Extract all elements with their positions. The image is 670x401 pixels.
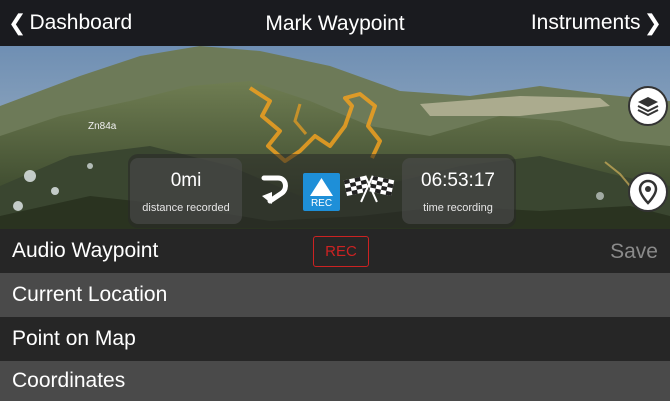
current-location-row[interactable]: Current Location: [0, 273, 670, 317]
rec-navigation-icon[interactable]: REC: [303, 173, 340, 211]
navigation-bar: ❮ Dashboard Mark Waypoint Instruments ❯: [0, 0, 670, 46]
chevron-right-icon: ❯: [643, 10, 662, 35]
undo-arrow-icon[interactable]: [256, 170, 292, 215]
time-recording-box: 06:53:17 time recording: [402, 158, 514, 224]
point-on-map-label: Point on Map: [12, 327, 136, 350]
distance-value: 0mi: [170, 170, 202, 191]
map-pin-button[interactable]: [628, 172, 668, 212]
distance-recorded-box: 0mi distance recorded: [130, 158, 242, 224]
forward-label: Instruments: [530, 11, 641, 34]
map-place-label: Zn84a: [88, 121, 117, 132]
rec-icon-label: REC: [310, 198, 333, 209]
instruments-forward-button[interactable]: Instruments ❯: [531, 10, 662, 36]
coordinates-row[interactable]: Coordinates: [0, 361, 670, 401]
map-layers-button[interactable]: [628, 86, 668, 126]
layers-icon: [637, 97, 659, 117]
distance-label: distance recorded: [142, 202, 230, 214]
map-pin-icon: [638, 179, 658, 205]
rec-button[interactable]: REC: [313, 236, 369, 267]
point-on-map-row[interactable]: Point on Map: [0, 317, 670, 361]
save-button[interactable]: Save: [610, 240, 658, 264]
time-label: time recording: [423, 202, 493, 214]
audio-waypoint-label: Audio Waypoint: [12, 239, 159, 262]
coordinates-label: Coordinates: [12, 369, 126, 392]
checkered-flags-icon[interactable]: [342, 172, 396, 213]
current-location-label: Current Location: [12, 283, 168, 306]
time-value: 06:53:17: [421, 170, 495, 191]
